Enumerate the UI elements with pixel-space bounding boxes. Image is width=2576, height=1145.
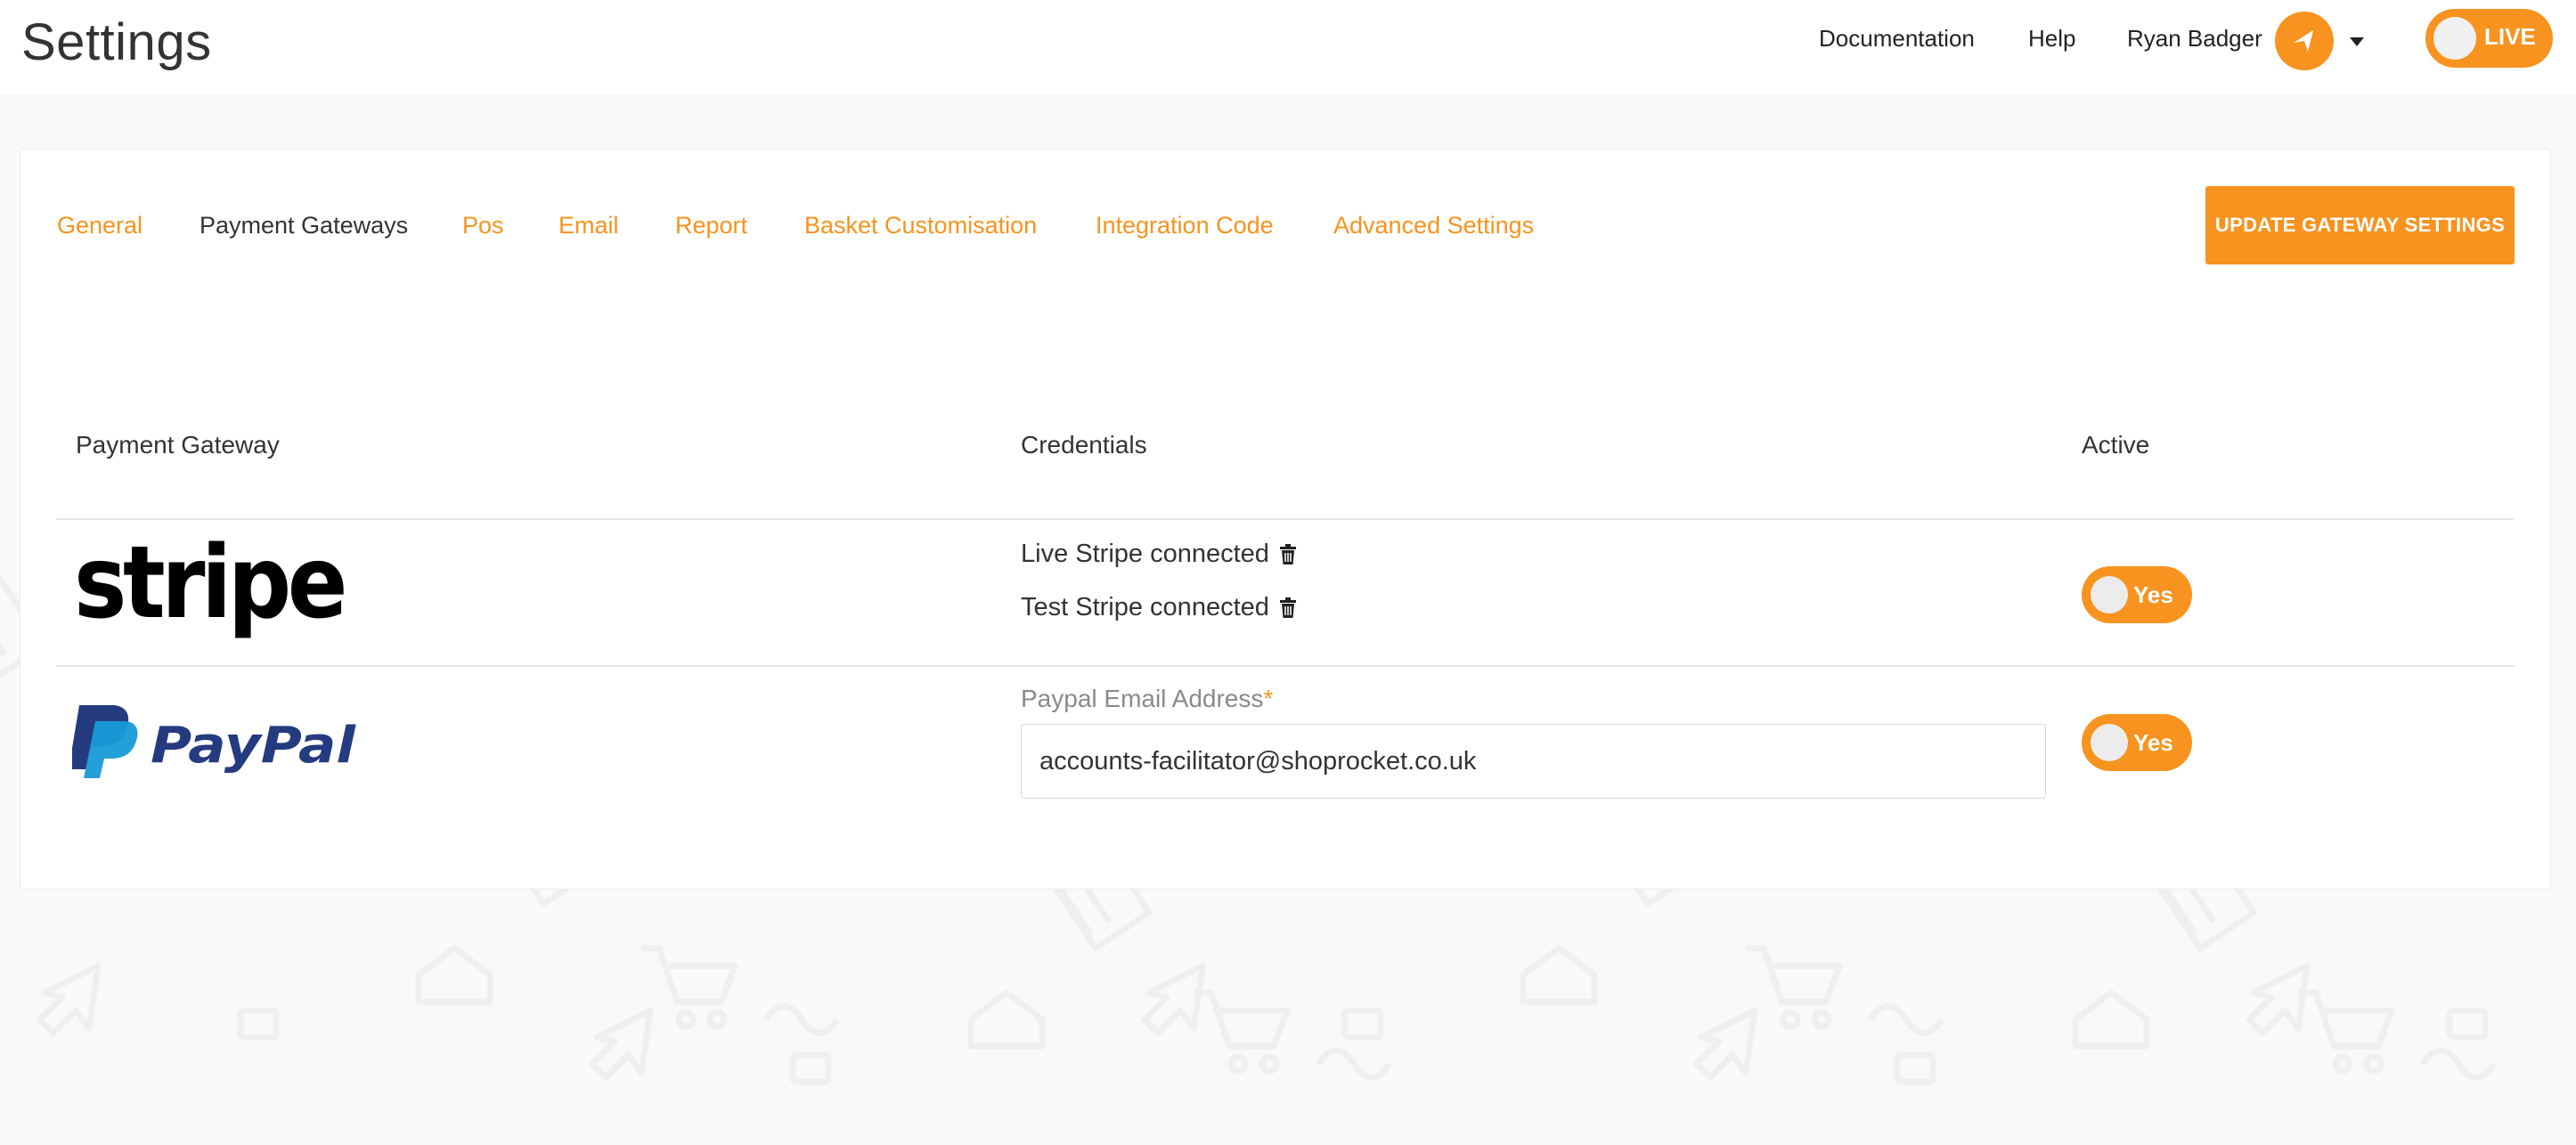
settings-tabs: General Payment Gateways Pos Email Repor… [20,212,1624,248]
update-gateway-settings-button[interactable]: UPDATE GATEWAY SETTINGS [2205,186,2515,264]
shoprocket-logo-icon [2294,30,2313,52]
toggle-knob [2091,724,2128,761]
paypal-active-toggle[interactable]: Yes [2082,714,2192,771]
user-menu-name[interactable]: Ryan Badger [2127,25,2262,57]
top-bar: Settings Documentation Help Ryan Badger … [0,0,2576,93]
page-title: Settings [21,13,212,71]
stripe-logo-text: stripe [74,525,344,641]
tab-payment-gateways[interactable]: Payment Gateways [200,212,408,240]
tab-advanced-settings[interactable]: Advanced Settings [1333,212,1534,240]
documentation-link[interactable]: Documentation [1819,25,1975,57]
live-stripe-status-text: Live Stripe connected [1021,540,1269,568]
tab-report[interactable]: Report [675,212,747,240]
column-header-gateway: Payment Gateway [76,431,280,459]
table-divider [56,518,2515,520]
paypal-email-input[interactable] [1021,724,2046,799]
required-asterisk: * [1263,685,1274,712]
live-stripe-status: Live Stripe connected [1021,540,1298,569]
paypal-email-label: Paypal Email Address* [1021,685,1273,713]
live-toggle-label: LIVE [2484,23,2536,50]
column-header-credentials: Credentials [1021,431,1147,459]
avatar[interactable] [2275,12,2334,70]
paypal-active-label: Yes [2133,729,2173,756]
tab-general[interactable]: General [57,212,143,240]
toggle-knob [2433,17,2476,60]
live-mode-toggle[interactable]: LIVE [2425,9,2553,68]
tab-email[interactable]: Email [558,212,619,240]
paypal-p-icon [69,705,138,778]
tab-basket-customisation[interactable]: Basket Customisation [804,212,1037,240]
settings-card: General Payment Gateways Pos Email Repor… [20,149,2551,889]
stripe-active-toggle[interactable]: Yes [2082,566,2192,623]
tab-integration-code[interactable]: Integration Code [1096,212,1274,240]
table-divider [56,665,2515,667]
trash-icon[interactable] [1278,543,1298,565]
paypal-email-label-text: Paypal Email Address [1021,685,1264,712]
column-header-active: Active [2082,431,2150,459]
stripe-logo: stripe [74,524,359,648]
tab-pos[interactable]: Pos [462,212,504,240]
stripe-active-label: Yes [2133,581,2173,608]
toggle-knob [2091,576,2128,613]
test-stripe-status-text: Test Stripe connected [1021,593,1269,621]
test-stripe-status: Test Stripe connected [1021,593,1298,622]
chevron-down-icon[interactable] [2348,36,2366,48]
trash-icon[interactable] [1278,597,1298,619]
help-link[interactable]: Help [2028,25,2075,57]
paypal-logo: PayPal [69,702,366,782]
paypal-logo-text: PayPal [151,717,356,775]
